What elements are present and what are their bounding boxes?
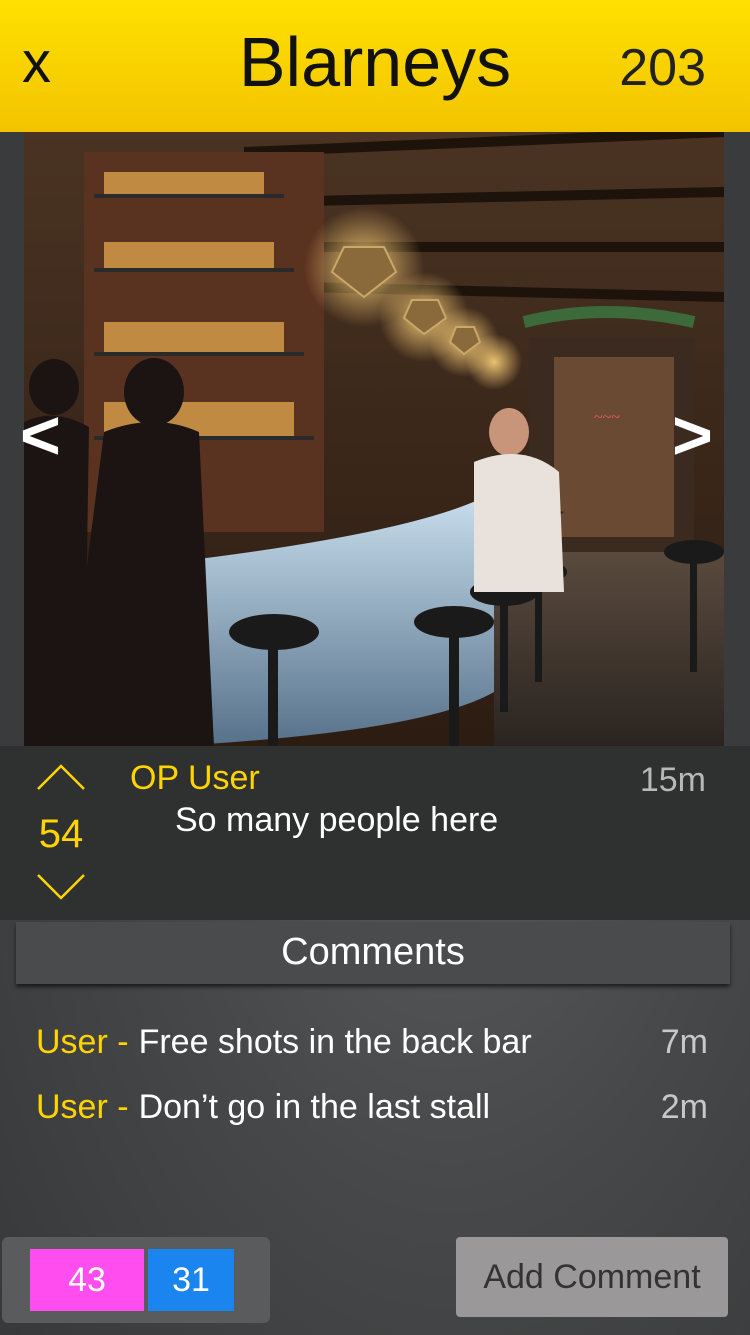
comment-text: Don’t go in the last stall [138,1088,491,1126]
venue-photo: ~~~ [24,132,724,746]
photo-frame-right [724,132,750,746]
add-comment-button[interactable]: Add Comment [456,1237,728,1317]
pink-count-badge[interactable]: 43 [30,1249,144,1311]
post-panel: OP User 15m So many people here [0,746,750,920]
venue-count: 203 [619,39,706,97]
post-text: So many people here [175,801,499,839]
comment-item: User - Don’t go in the last stall 2m [36,1085,708,1129]
post-time: 15m [639,761,706,799]
comment-author[interactable]: User - [36,1023,129,1061]
upvote-icon[interactable] [36,762,86,792]
comment-time: 7m [660,1023,708,1061]
vote-score: 54 [38,812,84,856]
bar-interior-image: ~~~ [24,132,724,746]
previous-photo-button[interactable]: < [20,395,61,475]
comment-item: User - Free shots in the back bar 7m [36,1020,708,1064]
blue-count-badge[interactable]: 31 [148,1249,234,1311]
next-photo-button[interactable]: > [672,395,713,475]
comment-time: 2m [660,1088,708,1126]
comments-header: Comments [16,922,730,984]
post-author[interactable]: OP User [130,758,260,798]
downvote-icon[interactable] [36,872,86,902]
header-bar: x Blarneys 203 [0,0,750,132]
comment-author[interactable]: User - [36,1088,129,1126]
counter-box: 43 31 [2,1237,270,1323]
comment-text: Free shots in the back bar [138,1023,532,1061]
svg-text:~~~: ~~~ [594,409,620,426]
